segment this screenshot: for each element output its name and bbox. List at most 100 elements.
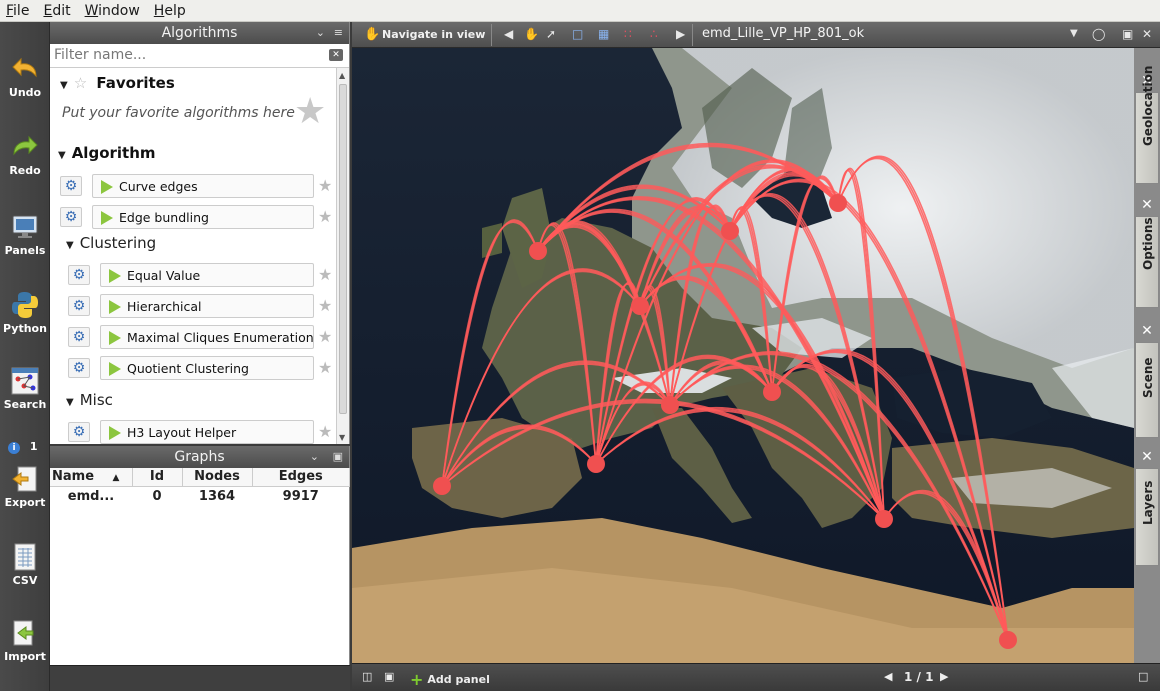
expand-icon: ▼: [66, 397, 74, 408]
python-button[interactable]: Python: [0, 290, 50, 335]
collapse-icon[interactable]: ⌄: [310, 446, 319, 468]
geolocation-map-view[interactable]: [352, 48, 1134, 663]
maximize-view-icon[interactable]: ▣: [1122, 27, 1133, 41]
gear-icon[interactable]: ⚙: [68, 327, 90, 347]
run-algorithm-button[interactable]: Equal Value: [100, 263, 314, 287]
scrollbar-thumb[interactable]: [339, 84, 347, 414]
run-algorithm-button[interactable]: Maximal Cliques Enumeration: [100, 325, 314, 349]
favorites-hint: Put your favorite algorithms here: [62, 105, 295, 121]
scroll-up-icon[interactable]: ▲: [339, 71, 345, 80]
import-button[interactable]: Import: [0, 618, 50, 663]
algorithm-list: ▼ ☆ Favorites Put your favorite algorithm…: [50, 68, 336, 444]
favorite-star-icon[interactable]: ★: [318, 176, 332, 195]
menu-help[interactable]: Help: [154, 3, 186, 19]
export-button[interactable]: Export: [0, 464, 50, 509]
table-row[interactable]: emd... 0 1364 9917: [50, 486, 350, 506]
map-canvas[interactable]: [352, 48, 1134, 663]
grid-select-icon[interactable]: ▦: [598, 27, 609, 41]
graph-edges: 9917: [282, 488, 319, 504]
graph-id: 0: [152, 488, 162, 504]
rectangle-select-icon[interactable]: □: [572, 27, 583, 41]
algorithm-scrollbar[interactable]: ▲ ▼: [336, 68, 349, 444]
scroll-left-icon[interactable]: ◀: [504, 27, 513, 41]
search-button[interactable]: Search: [0, 366, 50, 411]
redo-button[interactable]: Redo: [0, 132, 50, 177]
view-dropdown-icon[interactable]: ▼: [1070, 27, 1078, 41]
favorite-star-icon[interactable]: ★: [318, 265, 332, 284]
filter-input[interactable]: [50, 44, 320, 66]
algorithms-panel-header: Algorithms ⌄ ≡: [50, 22, 349, 44]
favorite-drop-star-icon: ★: [294, 91, 327, 132]
menu-edit[interactable]: Edit: [43, 3, 70, 19]
view-status-bar: ◫ ▣ + Add panel ◀ 1 / 1 ▶ □: [352, 663, 1160, 691]
panels-button[interactable]: Panels: [0, 212, 50, 257]
column-header-edges[interactable]: Edges: [252, 468, 350, 487]
scroll-down-icon[interactable]: ▼: [339, 433, 345, 442]
view-title: emd_Lille_VP_HP_801_ok: [702, 26, 865, 41]
undo-button[interactable]: Undo: [0, 54, 50, 99]
csv-icon: [14, 543, 36, 571]
tab-options[interactable]: Options: [1135, 216, 1159, 308]
menu-window[interactable]: Window: [85, 3, 140, 19]
favorite-star-icon[interactable]: ★: [318, 296, 332, 315]
favorite-star-icon[interactable]: ★: [318, 422, 332, 441]
favorites-header[interactable]: ▼ ☆ Favorites: [60, 74, 175, 92]
scroll-right-icon[interactable]: ▶: [676, 27, 685, 41]
path-select-icon[interactable]: ∴: [650, 27, 658, 41]
tab-scene[interactable]: Scene: [1135, 342, 1159, 438]
misc-header[interactable]: ▼ Misc: [66, 391, 113, 409]
run-algorithm-button[interactable]: H3 Layout Helper: [100, 420, 314, 444]
column-header-id[interactable]: Id: [132, 468, 183, 487]
close-view-icon[interactable]: ✕: [1142, 27, 1152, 41]
gear-icon[interactable]: ⚙: [68, 422, 90, 442]
algorithm-header[interactable]: ▼ Algorithm: [58, 144, 156, 162]
gear-icon[interactable]: ⚙: [60, 207, 82, 227]
pan-icon[interactable]: ✋: [524, 27, 539, 41]
next-page-icon[interactable]: ▶: [940, 670, 948, 683]
panel-menu-icon[interactable]: ≡: [334, 22, 343, 44]
single-view-icon[interactable]: ▣: [384, 670, 394, 683]
node-select-icon[interactable]: ∷: [624, 27, 632, 41]
tab-layers[interactable]: Layers: [1135, 468, 1159, 566]
clustering-header[interactable]: ▼ Clustering: [66, 234, 156, 252]
import-icon: [13, 620, 34, 646]
menu-bar: File Edit Window Help: [0, 0, 1160, 22]
column-header-nodes[interactable]: Nodes: [182, 468, 253, 487]
fullscreen-icon[interactable]: □: [1138, 670, 1148, 683]
close-scene-icon[interactable]: ✕: [1135, 320, 1159, 342]
algorithm-filter: ✕: [50, 44, 349, 68]
gear-icon[interactable]: ⚙: [68, 296, 90, 316]
info-indicator[interactable]: i 1: [0, 440, 50, 454]
graphs-title: Graphs: [174, 449, 225, 465]
gear-icon[interactable]: ⚙: [60, 176, 82, 196]
detach-icon[interactable]: ▣: [333, 446, 343, 468]
menu-file[interactable]: File: [6, 3, 29, 19]
run-algorithm-button[interactable]: Curve edges: [92, 174, 314, 198]
run-algorithm-button[interactable]: Hierarchical: [100, 294, 314, 318]
close-options-icon[interactable]: ✕: [1135, 194, 1159, 216]
graph-node: [999, 631, 1017, 649]
column-header-name[interactable]: Name ▲: [50, 468, 133, 487]
navigate-in-view-button[interactable]: ✋ Navigate in view: [358, 24, 492, 46]
add-panel-button[interactable]: + Add panel: [410, 670, 490, 689]
gear-icon[interactable]: ⚙: [68, 265, 90, 285]
gear-icon[interactable]: ⚙: [68, 358, 90, 378]
favorite-star-icon[interactable]: ★: [318, 358, 332, 377]
tab-geolocation[interactable]: Geolocation: [1135, 66, 1159, 184]
python-icon: [12, 292, 38, 318]
link-view-icon[interactable]: ◯: [1092, 27, 1105, 41]
previous-page-icon[interactable]: ◀: [884, 670, 892, 683]
favorite-star-icon[interactable]: ★: [318, 327, 332, 346]
clear-filter-icon[interactable]: ✕: [329, 49, 343, 61]
csv-button[interactable]: CSV: [0, 542, 50, 587]
run-algorithm-button[interactable]: Edge bundling: [92, 205, 314, 229]
favorite-star-icon[interactable]: ★: [318, 207, 332, 226]
split-view-icon[interactable]: ◫: [362, 670, 372, 683]
close-layers-icon[interactable]: ✕: [1135, 446, 1159, 468]
collapse-icon[interactable]: ⌄: [316, 22, 325, 44]
pointer-icon[interactable]: ➚: [546, 27, 556, 41]
run-algorithm-button[interactable]: Quotient Clustering: [100, 356, 314, 380]
graphs-table: Name ▲ Id Nodes Edges emd... 0 1364 9917: [50, 468, 350, 506]
graph-node: [587, 455, 605, 473]
algorithms-panel: Algorithms ⌄ ≡ ✕ ▼☆ Favorites Put your f…: [50, 22, 350, 444]
